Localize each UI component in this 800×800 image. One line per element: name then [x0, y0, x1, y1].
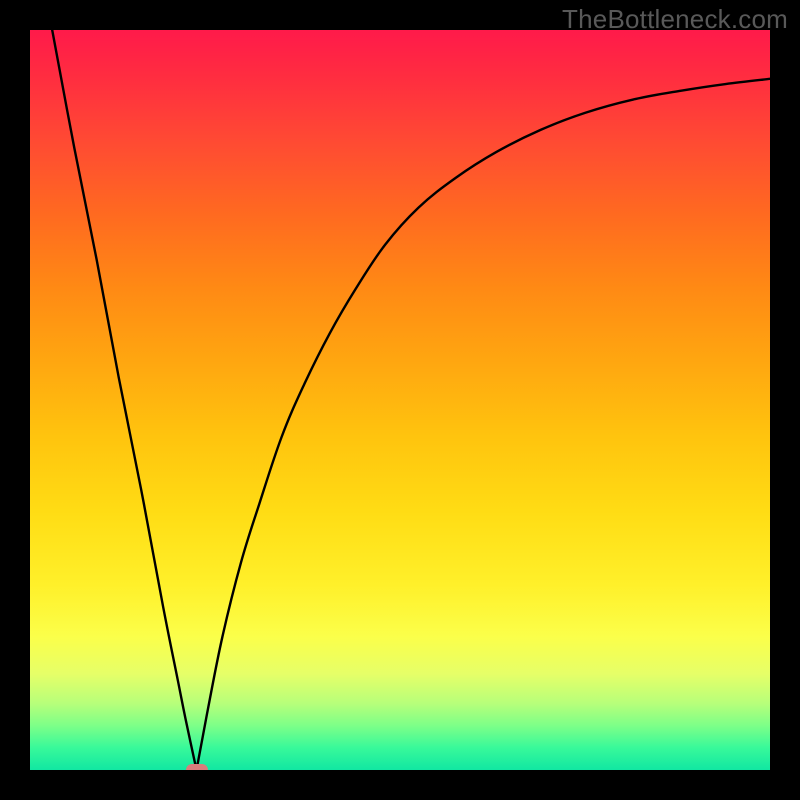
- watermark-text: TheBottleneck.com: [562, 4, 788, 35]
- minimum-marker: [186, 764, 208, 770]
- bottleneck-curve: [30, 30, 770, 770]
- plot-area: [30, 30, 770, 770]
- chart-stage: TheBottleneck.com: [0, 0, 800, 800]
